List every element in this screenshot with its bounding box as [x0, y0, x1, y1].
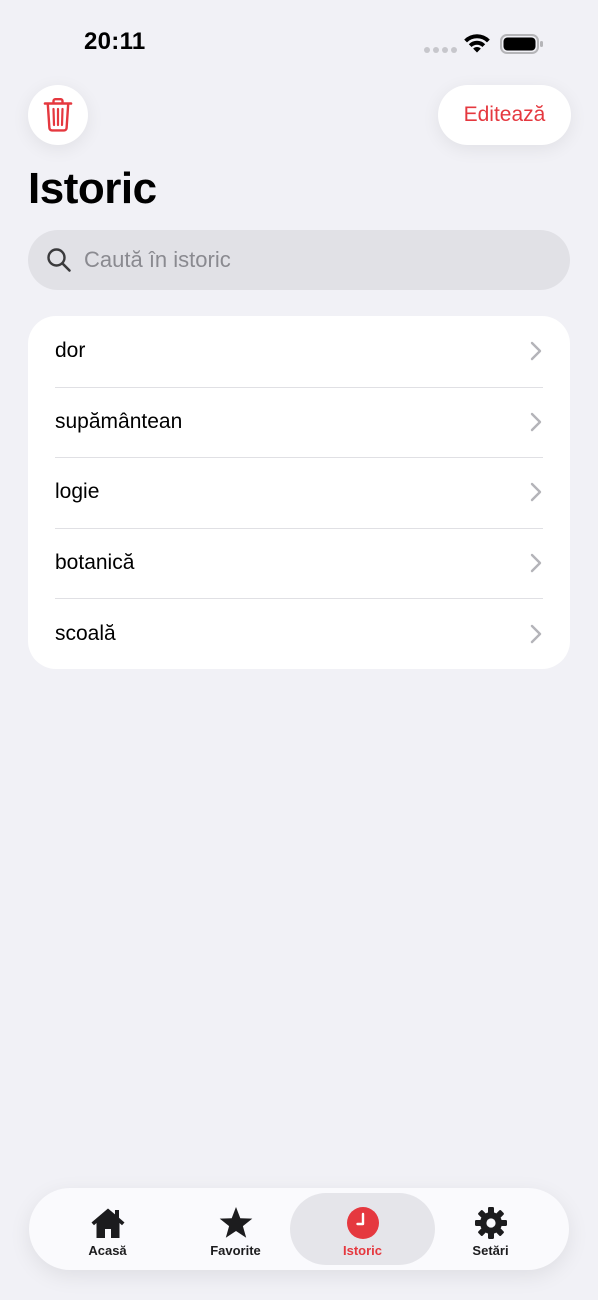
delete-history-button[interactable] — [28, 85, 88, 145]
search-icon — [47, 248, 71, 272]
tab-history[interactable]: Istoric — [290, 1193, 435, 1265]
tab-favorites[interactable]: Favorite — [163, 1193, 308, 1265]
list-item-label: dor — [55, 339, 86, 363]
clock-icon — [346, 1207, 379, 1239]
list-item-label: scoală — [55, 621, 116, 645]
page-title: Istoric — [28, 164, 157, 213]
list-item-label: logie — [55, 480, 100, 504]
tab-label: Setări — [472, 1243, 509, 1258]
search-bar[interactable] — [28, 230, 570, 290]
list-item[interactable]: botanică — [28, 527, 570, 599]
edit-button[interactable]: Editează — [438, 85, 571, 145]
chevron-right-icon — [530, 624, 542, 643]
history-list: dor supământean logie botanică scoală — [28, 316, 570, 669]
chevron-right-icon — [530, 483, 542, 502]
tab-home[interactable]: Acasă — [35, 1193, 180, 1265]
chevron-right-icon — [530, 342, 542, 361]
list-item[interactable]: supământean — [28, 386, 570, 458]
tab-label: Acasă — [88, 1243, 127, 1258]
star-icon — [219, 1207, 252, 1238]
status-time: 20:11 — [84, 28, 146, 55]
battery-icon — [500, 34, 543, 54]
trash-icon — [43, 98, 73, 132]
list-item[interactable]: dor — [28, 316, 570, 387]
tab-label: Istoric — [342, 1243, 382, 1258]
chevron-right-icon — [530, 553, 542, 573]
list-item-label: supământean — [55, 409, 183, 433]
tab-settings[interactable]: Setări — [418, 1193, 563, 1265]
cellular-signal-icon — [424, 47, 457, 53]
chevron-right-icon — [530, 412, 542, 432]
tab-bar: Acasă Favorite Istoric Setări — [29, 1188, 569, 1270]
tab-label: Favorite — [210, 1243, 261, 1258]
list-item-label: botanică — [55, 551, 135, 575]
list-item[interactable]: logie — [28, 457, 570, 528]
gear-icon — [474, 1207, 507, 1239]
search-input[interactable] — [82, 246, 556, 274]
house-icon — [91, 1208, 124, 1238]
wifi-icon — [464, 34, 490, 53]
list-item[interactable]: scoală — [28, 598, 570, 669]
status-bar: 20:11 — [0, 0, 598, 90]
